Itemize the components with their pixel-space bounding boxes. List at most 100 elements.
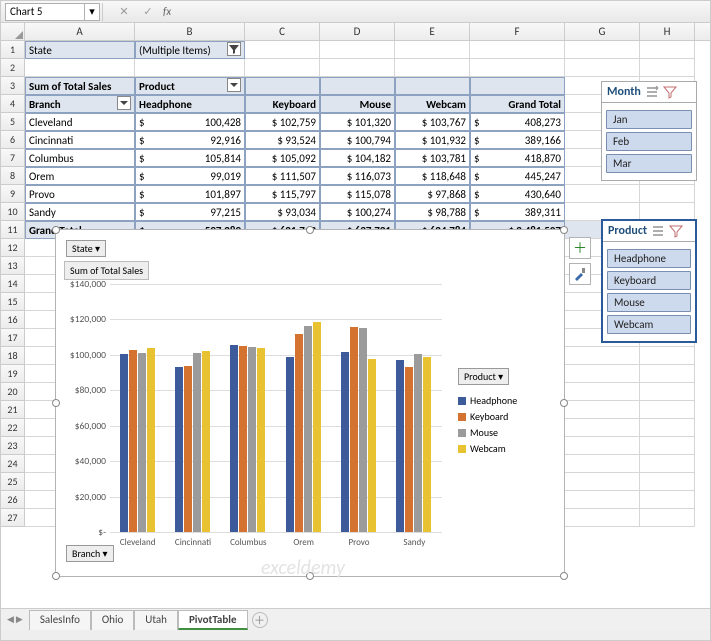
pivot-cell[interactable]: $97,215 xyxy=(135,203,245,221)
pivot-cell[interactable]: $ 103,781 xyxy=(395,149,470,167)
pivot-row-label[interactable]: Cincinnati xyxy=(25,131,135,149)
bar[interactable] xyxy=(359,328,367,532)
pivot-filter-field[interactable]: State xyxy=(25,41,135,59)
pivot-row-label[interactable]: Provo xyxy=(25,185,135,203)
bar[interactable] xyxy=(396,360,404,532)
col-header-g[interactable]: G xyxy=(565,23,640,40)
resize-handle[interactable] xyxy=(306,572,314,580)
row-header[interactable]: 6 xyxy=(1,131,25,149)
pivot-cell[interactable]: $ 101,932 xyxy=(395,131,470,149)
pivot-cell[interactable]: $ 100,274 xyxy=(320,203,395,221)
clear-filter-icon[interactable] xyxy=(669,224,683,238)
pivot-row-label[interactable]: Columbus xyxy=(25,149,135,167)
dropdown-icon[interactable] xyxy=(227,78,241,92)
pivot-cell[interactable]: $ 389,166 xyxy=(470,131,565,149)
pivot-cell[interactable]: $100,428 xyxy=(135,113,245,131)
sheet-tab[interactable]: PivotTable xyxy=(178,610,248,630)
bar[interactable] xyxy=(414,354,422,532)
row-header[interactable]: 17 xyxy=(1,329,25,347)
bar[interactable] xyxy=(230,345,238,532)
bar[interactable] xyxy=(202,351,210,532)
pivot-cell[interactable]: $ 116,073 xyxy=(320,167,395,185)
pivot-cell[interactable]: $ 102,759 xyxy=(245,113,320,131)
pivot-cell[interactable]: $99,019 xyxy=(135,167,245,185)
horizontal-scrollbar[interactable] xyxy=(1,630,710,640)
pivot-col-label[interactable]: Headphone xyxy=(135,95,245,113)
pivot-cell[interactable]: $ 408,273 xyxy=(470,113,565,131)
confirm-formula-icon[interactable]: ✓ xyxy=(139,3,157,21)
legend-item[interactable]: Headphone xyxy=(458,394,546,407)
slicer-item[interactable]: Webcam xyxy=(607,315,691,334)
slicer-item[interactable]: Mouse xyxy=(607,293,691,312)
resize-handle[interactable] xyxy=(560,572,568,580)
dropdown-icon[interactable] xyxy=(117,96,131,110)
multiselect-icon[interactable] xyxy=(645,85,659,99)
nav-next-icon[interactable]: ▶ xyxy=(16,614,23,625)
legend-item[interactable]: Mouse xyxy=(458,426,546,439)
add-sheet-button[interactable]: ＋ xyxy=(252,612,268,628)
pivot-row-label[interactable]: Orem xyxy=(25,167,135,185)
slicer-item[interactable]: Feb xyxy=(606,132,692,151)
bar[interactable] xyxy=(147,348,155,532)
bar[interactable] xyxy=(257,348,265,532)
pivot-cell[interactable]: $ 115,797 xyxy=(245,185,320,203)
col-header-e[interactable]: E xyxy=(395,23,470,40)
bar[interactable] xyxy=(184,366,192,532)
bar[interactable] xyxy=(120,354,128,532)
pivot-col-label[interactable]: Mouse xyxy=(320,95,395,113)
bar[interactable] xyxy=(248,347,256,532)
row-header[interactable]: 13 xyxy=(1,257,25,275)
pivot-measure-label[interactable]: Sum of Total Sales xyxy=(25,77,135,95)
sheet-tab[interactable]: Ohio xyxy=(91,610,134,630)
pivot-cell[interactable]: $105,814 xyxy=(135,149,245,167)
col-header-f[interactable]: F xyxy=(470,23,565,40)
select-all-corner[interactable] xyxy=(1,23,25,40)
pivot-row-label[interactable]: Sandy xyxy=(25,203,135,221)
resize-handle[interactable] xyxy=(306,226,314,234)
row-header[interactable]: 2 xyxy=(1,59,25,77)
col-header-b[interactable]: B xyxy=(135,23,245,40)
bar[interactable] xyxy=(239,346,247,532)
row-header[interactable]: 14 xyxy=(1,275,25,293)
name-box-dropdown[interactable]: ▾ xyxy=(85,3,100,21)
pivot-cell[interactable]: $ 98,788 xyxy=(395,203,470,221)
pivot-cell[interactable]: $92,916 xyxy=(135,131,245,149)
bar[interactable] xyxy=(138,353,146,532)
row-header[interactable]: 19 xyxy=(1,365,25,383)
bar[interactable] xyxy=(193,353,201,532)
name-box[interactable]: Chart 5 xyxy=(5,3,85,21)
chart-plot-area[interactable]: $-$20,000$40,000$60,000$80,000$100,000$1… xyxy=(110,284,442,532)
slicer-month[interactable]: Month JanFebMar xyxy=(601,81,697,181)
row-header[interactable]: 5 xyxy=(1,113,25,131)
fx-icon[interactable]: fx xyxy=(163,5,171,18)
cancel-formula-icon[interactable]: ✕ xyxy=(115,3,133,21)
row-header[interactable]: 26 xyxy=(1,491,25,509)
sheet-tab[interactable]: Utah xyxy=(134,610,178,630)
pivot-col-label[interactable]: Grand Total xyxy=(470,95,565,113)
chart-filter-state[interactable]: State ▾ xyxy=(66,240,106,257)
row-header[interactable]: 12 xyxy=(1,239,25,257)
resize-handle[interactable] xyxy=(560,226,568,234)
pivot-row-label[interactable]: Cleveland xyxy=(25,113,135,131)
multiselect-icon[interactable] xyxy=(651,224,665,238)
chart-styles-button[interactable] xyxy=(569,263,591,285)
pivot-cell[interactable]: $101,897 xyxy=(135,185,245,203)
row-header[interactable]: 15 xyxy=(1,293,25,311)
pivot-cell[interactable]: $ 430,640 xyxy=(470,185,565,203)
chart-filter-branch[interactable]: Branch ▾ xyxy=(66,545,114,562)
slicer-product[interactable]: Product HeadphoneKeyboardMouseWebcam xyxy=(601,219,697,343)
sheet-tab[interactable]: SalesInfo xyxy=(29,610,91,630)
tab-nav[interactable]: ◀▶ xyxy=(1,614,29,625)
row-header[interactable]: 16 xyxy=(1,311,25,329)
pivot-chart[interactable]: State ▾ Sum of Total Sales $-$20,000$40,… xyxy=(55,229,565,577)
col-header-d[interactable]: D xyxy=(320,23,395,40)
legend-item[interactable]: Webcam xyxy=(458,442,546,455)
row-header[interactable]: 9 xyxy=(1,185,25,203)
row-header[interactable]: 22 xyxy=(1,419,25,437)
col-header-a[interactable]: A xyxy=(25,23,135,40)
bar[interactable] xyxy=(350,327,358,532)
pivot-cell[interactable]: $ 111,507 xyxy=(245,167,320,185)
nav-prev-icon[interactable]: ◀ xyxy=(7,614,14,625)
pivot-cell[interactable]: $ 445,247 xyxy=(470,167,565,185)
legend-field-button[interactable]: Product ▾ xyxy=(458,368,509,385)
